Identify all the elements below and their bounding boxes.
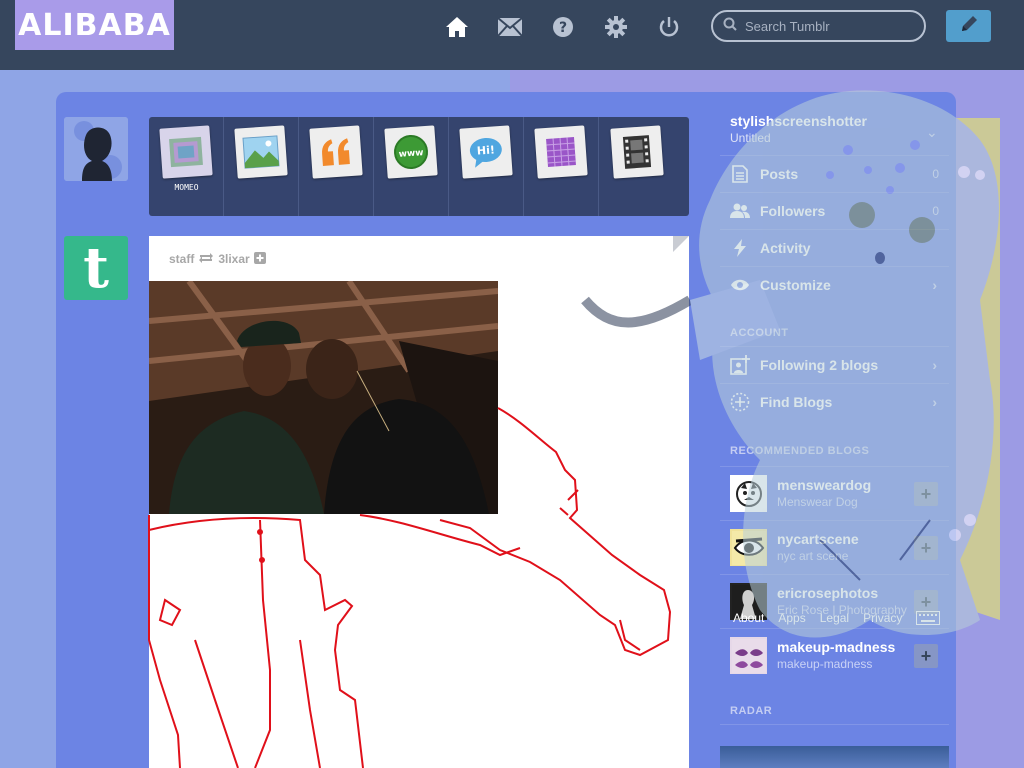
compose-button[interactable]	[946, 10, 991, 42]
blog-name[interactable]: makeup-madness	[777, 639, 895, 655]
blog-name[interactable]: ericrosephotos	[777, 585, 878, 601]
follow-button[interactable]: +	[914, 536, 938, 560]
footer-link-apps[interactable]: Apps	[778, 611, 805, 625]
home-icon[interactable]	[444, 14, 470, 40]
sidebar-item-label: Customize	[760, 277, 831, 293]
video-post-icon	[609, 125, 664, 179]
chevron-right-icon: ›	[932, 277, 937, 293]
recommended-blog[interactable]: makeup-madness makeup-madness +	[720, 628, 949, 682]
link-post-icon: www	[384, 125, 438, 179]
sidebar-item-posts[interactable]: Posts 0	[720, 155, 949, 192]
svg-text:Hi!: Hi!	[476, 143, 495, 157]
account-heading: ACCOUNT	[730, 327, 789, 339]
follow-plus-icon[interactable]	[253, 251, 266, 267]
post-type-link[interactable]: www	[374, 117, 449, 216]
pencil-icon	[959, 14, 979, 39]
post-author[interactable]: staff	[169, 252, 194, 266]
post-header: staff 3lixar	[169, 251, 266, 267]
following-icon	[730, 355, 750, 375]
post-type-chat[interactable]: Hi!	[449, 117, 524, 216]
post-type-audio[interactable]	[524, 117, 599, 216]
radar-heading: RADAR	[730, 705, 773, 717]
blog-menu-chevron-icon[interactable]: ⌄	[926, 124, 938, 141]
power-icon[interactable]	[656, 14, 682, 40]
sidebar-item-activity[interactable]: Activity	[720, 229, 949, 266]
sidebar-item-customize[interactable]: Customize ›	[720, 266, 949, 303]
gear-icon[interactable]	[603, 14, 629, 40]
post-fold-corner[interactable]	[673, 236, 689, 252]
followers-count: 0	[932, 204, 939, 218]
photo-post-icon	[234, 125, 288, 179]
sidebar-item-label: Following 2 blogs	[760, 357, 879, 373]
chevron-right-icon: ›	[932, 357, 937, 373]
follow-button[interactable]: +	[914, 482, 938, 506]
post-card: staff 3lixar	[149, 236, 689, 768]
search-box[interactable]	[711, 10, 926, 42]
blog-description: makeup-madness	[777, 657, 873, 671]
sidebar-item-label: Find Blogs	[760, 394, 833, 410]
sidebar-item-following[interactable]: Following 2 blogs ›	[720, 346, 949, 383]
blog-description: Menswear Dog	[777, 495, 858, 509]
footer-links: About Apps Legal Privacy	[733, 611, 902, 625]
keyboard-icon[interactable]	[916, 611, 940, 630]
logo[interactable]: ALIBABA	[15, 0, 174, 50]
user-avatar[interactable]	[64, 117, 128, 181]
sidebar-blog-subtitle: Untitled	[730, 131, 771, 145]
chevron-right-icon: ›	[932, 394, 937, 410]
followers-icon	[730, 201, 750, 221]
posts-count: 0	[932, 167, 939, 181]
post-type-bar: MOMEO www Hi!	[149, 117, 689, 216]
recommended-blog[interactable]: nycartscene nyc art scene +	[720, 520, 949, 574]
text-post-icon	[159, 125, 213, 179]
post-type-video[interactable]	[599, 117, 674, 216]
eye-icon	[730, 275, 750, 295]
search-input[interactable]	[745, 18, 905, 34]
blog-avatar[interactable]	[730, 529, 767, 566]
svg-text:www: www	[398, 148, 424, 160]
footer-link-about[interactable]: About	[733, 611, 764, 625]
top-header: ALIBABA ?	[0, 0, 1024, 70]
footer-link-legal[interactable]: Legal	[820, 611, 849, 625]
sidebar-item-find-blogs[interactable]: Find Blogs ›	[720, 383, 949, 420]
footer-link-privacy[interactable]: Privacy	[863, 611, 902, 625]
reblog-source[interactable]: 3lixar	[218, 252, 249, 266]
quote-post-icon	[309, 125, 363, 179]
mail-icon[interactable]	[497, 14, 523, 40]
blog-avatar[interactable]	[730, 637, 767, 674]
radar-divider	[720, 724, 949, 725]
svg-text:?: ?	[559, 20, 567, 36]
compass-icon	[730, 392, 750, 412]
posts-icon	[730, 164, 750, 184]
post-type-label: MOMEO	[174, 183, 199, 192]
radar-post-preview[interactable]	[720, 746, 949, 768]
post-photo[interactable]	[149, 281, 498, 514]
post-type-photo[interactable]	[224, 117, 299, 216]
staff-avatar[interactable]: t	[64, 235, 128, 301]
search-icon	[723, 17, 737, 36]
post-type-text[interactable]: MOMEO	[149, 117, 224, 216]
chat-post-icon: Hi!	[459, 125, 513, 179]
help-icon[interactable]: ?	[550, 14, 576, 40]
reblog-icon	[198, 252, 214, 267]
sidebar-item-label: Followers	[760, 203, 826, 219]
sidebar-blog-name[interactable]: stylishscreenshotter	[730, 113, 867, 129]
blog-avatar[interactable]	[730, 475, 767, 512]
recommended-blogs-heading: RECOMMENDED BLOGS	[730, 445, 870, 457]
blog-description: nyc art scene	[777, 549, 849, 563]
post-type-quote[interactable]	[299, 117, 374, 216]
recommended-blog[interactable]: mensweardog Menswear Dog +	[720, 466, 949, 520]
audio-post-icon	[534, 125, 588, 179]
blog-name[interactable]: mensweardog	[777, 477, 871, 493]
sidebar-item-label: Activity	[760, 240, 811, 256]
follow-button[interactable]: +	[914, 644, 938, 668]
sidebar-item-label: Posts	[760, 166, 799, 182]
sidebar-item-followers[interactable]: Followers 0	[720, 192, 949, 229]
blog-name[interactable]: nycartscene	[777, 531, 859, 547]
lightning-icon	[730, 238, 750, 258]
